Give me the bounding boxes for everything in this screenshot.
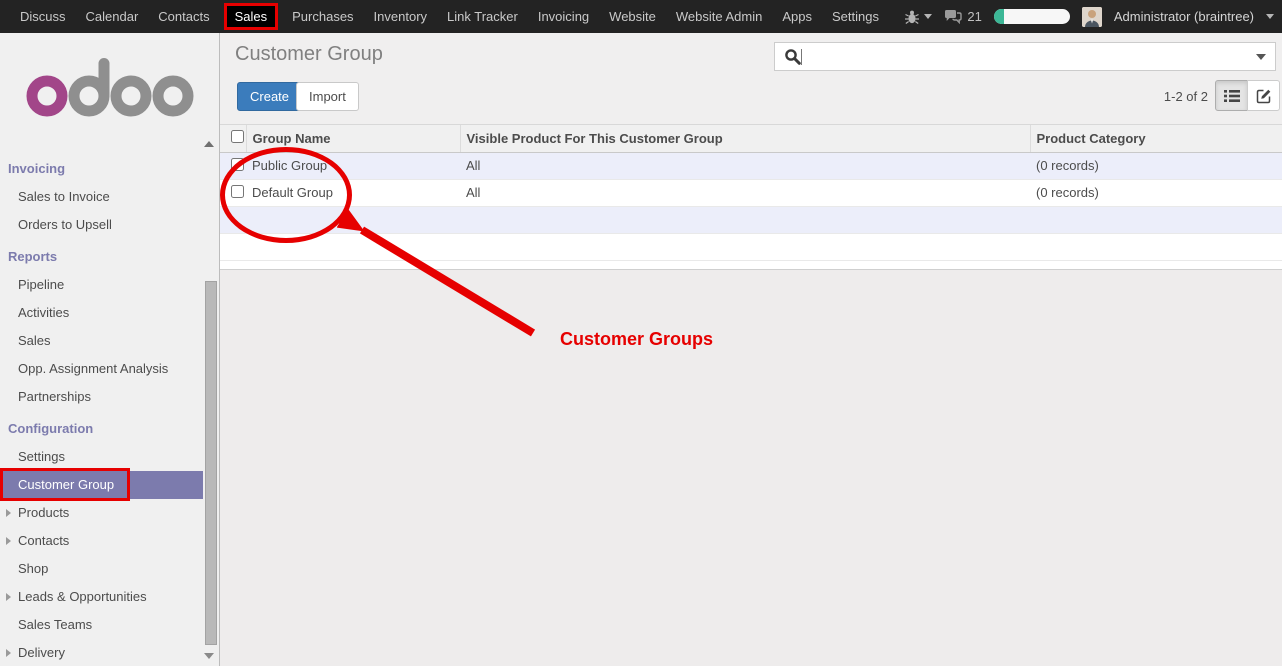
sidebar-item-label: Contacts <box>18 533 69 548</box>
topbar-item-settings[interactable]: Settings <box>822 9 889 24</box>
column-header-visible-product[interactable]: Visible Product For This Customer Group <box>460 125 1030 152</box>
main-content: Customer Group Create Import 1-2 of 2 <box>220 33 1282 666</box>
import-button[interactable]: Import <box>296 82 359 111</box>
sidebar-item-label: Leads & Opportunities <box>18 589 147 604</box>
sidebar-item-sales[interactable]: Sales <box>0 327 219 355</box>
column-header-product-category[interactable]: Product Category <box>1030 125 1282 152</box>
debug-icon[interactable] <box>904 9 932 25</box>
table-row[interactable]: Default Group All (0 records) <box>220 179 1282 206</box>
sidebar-scrollbar-thumb[interactable] <box>205 281 217 645</box>
user-menu[interactable]: Administrator (braintree) <box>1114 9 1254 24</box>
create-button[interactable]: Create <box>237 82 302 111</box>
user-avatar[interactable] <box>1082 7 1102 27</box>
triangle-right-icon <box>6 537 11 545</box>
list-icon <box>1224 89 1240 103</box>
sidebar: Invoicing Sales to Invoice Orders to Ups… <box>0 33 220 666</box>
customer-group-table: Group Name Visible Product For This Cust… <box>220 125 1282 261</box>
topbar-item-purchases[interactable]: Purchases <box>282 9 363 24</box>
text-cursor <box>801 49 802 65</box>
topbar-item-website[interactable]: Website <box>599 9 666 24</box>
control-panel: Customer Group Create Import 1-2 of 2 <box>220 33 1282 125</box>
search-box[interactable] <box>774 42 1276 71</box>
sidebar-item-leads-opportunities[interactable]: Leads & Opportunities <box>0 583 219 611</box>
cell-product-category[interactable]: (0 records) <box>1030 152 1282 179</box>
messages-indicator[interactable]: 21 <box>944 9 981 24</box>
sidebar-item-customer-group[interactable]: Customer Group <box>0 471 203 499</box>
pager-range[interactable]: 1-2 of 2 <box>1164 89 1208 104</box>
app-window: Discuss Calendar Contacts Sales Purchase… <box>0 0 1282 666</box>
empty-row <box>220 206 1282 233</box>
triangle-right-icon <box>6 509 11 517</box>
table-row[interactable]: Public Group All (0 records) <box>220 152 1282 179</box>
triangle-right-icon <box>6 649 11 657</box>
cell-visible-product[interactable]: All <box>460 179 1030 206</box>
caret-down-icon[interactable] <box>1256 54 1266 60</box>
topbar-item-link-tracker[interactable]: Link Tracker <box>437 9 528 24</box>
topbar-item-inventory[interactable]: Inventory <box>364 9 437 24</box>
sidebar-item-sales-teams[interactable]: Sales Teams <box>0 611 219 639</box>
progress-fill <box>994 9 1004 24</box>
sidebar-item-opp-assignment-analysis[interactable]: Opp. Assignment Analysis <box>0 355 219 383</box>
cell-group-name[interactable]: Default Group <box>246 179 460 206</box>
sidebar-item-settings[interactable]: Settings <box>0 443 219 471</box>
odoo-logo <box>26 56 196 117</box>
sidebar-nav: Invoicing Sales to Invoice Orders to Ups… <box>0 155 219 666</box>
cell-visible-product[interactable]: All <box>460 152 1030 179</box>
table-header-row: Group Name Visible Product For This Cust… <box>220 125 1282 152</box>
pencil-square-icon <box>1256 88 1272 104</box>
sidebar-item-shop[interactable]: Shop <box>0 555 219 583</box>
caret-down-icon <box>1266 14 1274 19</box>
sidebar-item-contacts[interactable]: Contacts <box>0 527 219 555</box>
view-switcher <box>1215 80 1280 111</box>
row-checkbox[interactable] <box>231 185 244 198</box>
sidebar-item-label: Delivery <box>18 645 65 660</box>
column-header-group-name[interactable]: Group Name <box>246 125 460 152</box>
top-navbar: Discuss Calendar Contacts Sales Purchase… <box>0 0 1282 33</box>
search-input[interactable] <box>808 47 1256 67</box>
progress-pill <box>994 9 1070 24</box>
sidebar-header-configuration: Configuration <box>0 415 219 443</box>
list-view-button[interactable] <box>1215 80 1248 111</box>
cell-group-name[interactable]: Public Group <box>246 152 460 179</box>
topbar-item-contacts[interactable]: Contacts <box>148 9 219 24</box>
sidebar-header-reports: Reports <box>0 243 219 271</box>
topbar-item-calendar[interactable]: Calendar <box>76 9 149 24</box>
triangle-down-icon[interactable] <box>204 653 214 659</box>
select-all-checkbox[interactable] <box>231 130 244 143</box>
topbar-item-invoicing[interactable]: Invoicing <box>528 9 599 24</box>
sidebar-item-activities[interactable]: Activities <box>0 299 219 327</box>
form-view-button[interactable] <box>1247 80 1280 111</box>
sidebar-item-products[interactable]: Products <box>0 499 219 527</box>
sidebar-item-sales-to-invoice[interactable]: Sales to Invoice <box>0 183 219 211</box>
topbar-item-apps[interactable]: Apps <box>772 9 822 24</box>
triangle-right-icon <box>6 593 11 601</box>
topbar-item-sales[interactable]: Sales <box>220 3 283 30</box>
empty-row <box>220 233 1282 260</box>
select-all-cell <box>220 125 246 152</box>
topbar-item-discuss[interactable]: Discuss <box>10 9 76 24</box>
message-count: 21 <box>967 9 981 24</box>
sidebar-item-orders-to-upsell[interactable]: Orders to Upsell <box>0 211 219 239</box>
topbar-item-website-admin[interactable]: Website Admin <box>666 9 772 24</box>
sidebar-item-label: Customer Group <box>18 477 114 492</box>
sidebar-header-invoicing: Invoicing <box>0 155 219 183</box>
chat-bubbles-icon <box>944 9 962 24</box>
caret-down-icon <box>924 14 932 19</box>
sidebar-item-pipeline[interactable]: Pipeline <box>0 271 219 299</box>
sidebar-item-delivery[interactable]: Delivery <box>0 639 219 666</box>
sheet-bottom-divider <box>220 261 1282 270</box>
sidebar-item-partnerships[interactable]: Partnerships <box>0 383 219 411</box>
sidebar-item-label: Products <box>18 505 69 520</box>
triangle-up-icon[interactable] <box>204 141 214 147</box>
page-title: Customer Group <box>235 43 383 66</box>
magnifier-icon <box>784 48 801 65</box>
cell-product-category[interactable]: (0 records) <box>1030 179 1282 206</box>
row-checkbox[interactable] <box>231 158 244 171</box>
annotation-box-sales: Sales <box>224 3 279 30</box>
